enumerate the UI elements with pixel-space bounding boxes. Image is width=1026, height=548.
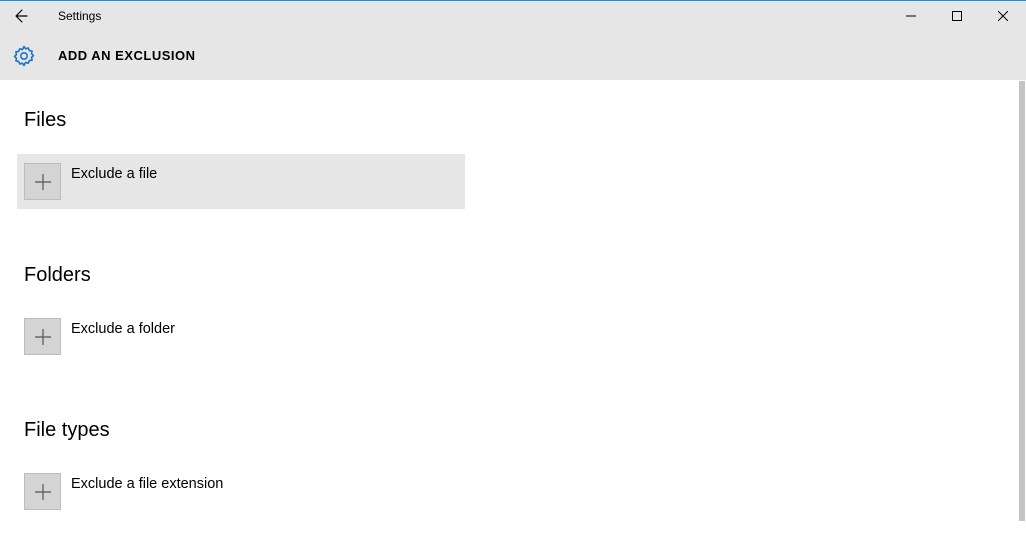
scroll-thumb[interactable] xyxy=(1019,81,1025,521)
vertical-scrollbar[interactable] xyxy=(1018,81,1026,548)
back-arrow-icon xyxy=(12,8,28,24)
close-button[interactable] xyxy=(980,1,1026,31)
exclude-folder-label: Exclude a folder xyxy=(71,321,175,337)
back-button[interactable] xyxy=(0,1,40,31)
page-title: ADD AN EXCLUSION xyxy=(58,48,196,63)
section-file-types: File types Exclude a file extension xyxy=(24,419,1024,519)
title-bar: Settings xyxy=(0,1,1026,31)
minimize-button[interactable] xyxy=(888,1,934,31)
window-controls xyxy=(888,1,1026,31)
plus-icon xyxy=(24,318,61,355)
file-types-heading: File types xyxy=(24,419,1024,442)
section-folders: Folders Exclude a folder xyxy=(24,264,1024,364)
app-title: Settings xyxy=(40,9,101,23)
page-header: ADD AN EXCLUSION xyxy=(0,31,1026,80)
plus-icon xyxy=(24,163,61,200)
settings-gear-icon xyxy=(12,44,36,68)
exclude-file-button[interactable]: Exclude a file xyxy=(17,154,465,209)
section-files: Files Exclude a file xyxy=(24,109,1024,209)
settings-window: Settings ADD AN EXCLUSION Files xyxy=(0,0,1026,548)
content: Files Exclude a file Folders Exclude a f… xyxy=(0,81,1024,519)
folders-heading: Folders xyxy=(24,264,1024,287)
content-area: Files Exclude a file Folders Exclude a f… xyxy=(0,81,1026,548)
exclude-folder-button[interactable]: Exclude a folder xyxy=(17,309,465,364)
files-heading: Files xyxy=(24,109,1024,132)
maximize-button[interactable] xyxy=(934,1,980,31)
exclude-file-label: Exclude a file xyxy=(71,166,157,182)
close-icon xyxy=(998,11,1008,21)
exclude-file-extension-button[interactable]: Exclude a file extension xyxy=(17,464,465,519)
plus-icon xyxy=(24,473,61,510)
exclude-file-extension-label: Exclude a file extension xyxy=(71,476,223,492)
maximize-icon xyxy=(952,11,962,21)
minimize-icon xyxy=(906,11,916,21)
